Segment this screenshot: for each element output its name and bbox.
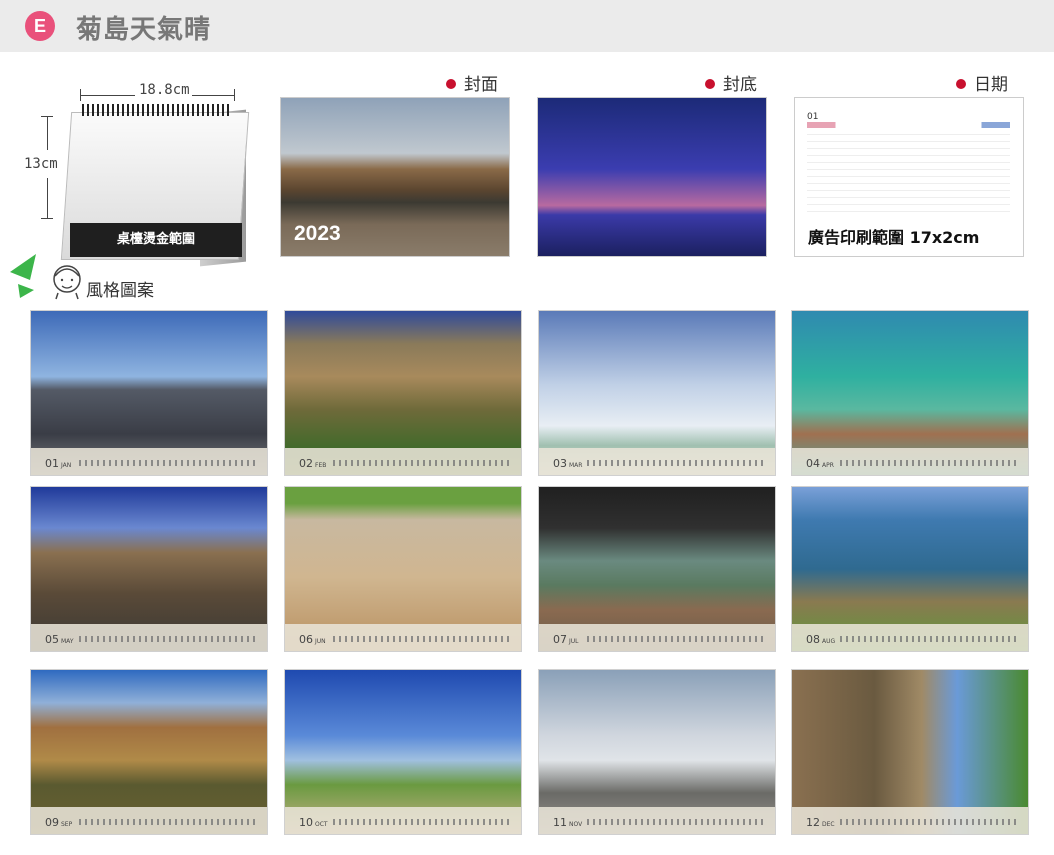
day-numbers [587, 460, 767, 466]
day-numbers [79, 819, 259, 825]
style-section-label: 風格圖案 [86, 281, 154, 301]
month-tile-11: 11 NOV [538, 669, 776, 835]
month-label: 08 AUG [806, 633, 836, 646]
month-tile-03: 03 MAR [538, 310, 776, 476]
month-label: 02 FEB [299, 457, 327, 470]
month-label: 06 JUN [299, 633, 326, 646]
mini-week-row [807, 142, 1010, 149]
height-line-top [47, 116, 48, 150]
cover-caption: 封面 [446, 70, 498, 95]
bullet-icon [956, 79, 966, 89]
mini-week-row [807, 128, 1010, 135]
day-numbers [79, 460, 259, 466]
mini-week-row [807, 184, 1010, 191]
ad-print-area-text: 廣告印刷範圍 17x2cm [808, 228, 980, 247]
month-tile-01: 01 JAN [30, 310, 268, 476]
day-numbers [79, 636, 259, 642]
width-line-left [80, 95, 135, 96]
bullet-icon [446, 79, 456, 89]
back-cover-preview-image [537, 97, 767, 257]
mini-month-label: 01 [807, 112, 819, 122]
day-numbers [333, 636, 513, 642]
height-line-bottom [47, 178, 48, 218]
month-tile-06: 06 JUN [284, 486, 522, 652]
height-dimension: 13cm [24, 156, 58, 172]
month-label: 10 OCT [299, 816, 328, 829]
day-numbers [587, 819, 767, 825]
month-tile-07: 07 JUL [538, 486, 776, 652]
width-tick-left [80, 89, 81, 101]
month-label: 04 APR [806, 457, 834, 470]
mini-week-row [807, 198, 1010, 205]
day-numbers [587, 636, 767, 642]
month-tile-08: 08 AUG [791, 486, 1029, 652]
day-numbers [840, 636, 1020, 642]
month-tile-09: 09 SEP [30, 669, 268, 835]
mini-week-row [807, 163, 1010, 170]
back-caption-text: 封底 [723, 75, 757, 95]
mini-calendar-grid [807, 122, 1010, 212]
month-tile-04: 04 APR [791, 310, 1029, 476]
mini-week-row [807, 135, 1010, 142]
month-label: 01 JAN [45, 457, 72, 470]
day-numbers [840, 460, 1020, 466]
triangle-arrow-icon [10, 254, 36, 298]
page-title: 菊島天氣晴 [76, 15, 212, 45]
cover-caption-text: 封面 [464, 75, 498, 95]
month-label: 11 NOV [553, 816, 583, 829]
month-label: 07 JUL [553, 633, 579, 646]
width-dimension: 18.8cm [139, 82, 190, 98]
day-numbers [333, 460, 513, 466]
mini-week-row [807, 191, 1010, 198]
width-tick-right [234, 89, 235, 101]
mini-week-row [807, 149, 1010, 156]
mini-week-row [807, 156, 1010, 163]
month-label: 03 MAR [553, 457, 583, 470]
height-tick-top [41, 116, 53, 117]
cover-preview-image: 2023 [280, 97, 510, 257]
girl-face-icon [53, 265, 81, 300]
date-layout-preview: 01 廣告印刷範圍 17x2cm [794, 97, 1024, 257]
section-badge: E [25, 11, 55, 41]
month-label: 05 MAY [45, 633, 74, 646]
hot-stamp-area: 桌檯燙金範圍 [70, 223, 242, 257]
month-tile-12: 12 DEC [791, 669, 1029, 835]
height-tick-bottom [41, 218, 53, 219]
month-tile-10: 10 OCT [284, 669, 522, 835]
date-caption: 日期 [956, 70, 1008, 95]
day-numbers [840, 819, 1020, 825]
cover-year: 2023 [294, 222, 341, 245]
bullet-icon [705, 79, 715, 89]
day-numbers [333, 819, 513, 825]
width-line-right [192, 95, 234, 96]
month-tile-02: 02 FEB [284, 310, 522, 476]
month-label: 12 DEC [806, 816, 835, 829]
month-label: 09 SEP [45, 816, 73, 829]
date-caption-text: 日期 [974, 75, 1008, 95]
spiral-binding [82, 104, 232, 116]
back-caption: 封底 [705, 70, 757, 95]
mini-week-row [807, 205, 1010, 212]
mini-week-row [807, 177, 1010, 184]
mini-week-row [807, 170, 1010, 177]
month-tile-05: 05 MAY [30, 486, 268, 652]
